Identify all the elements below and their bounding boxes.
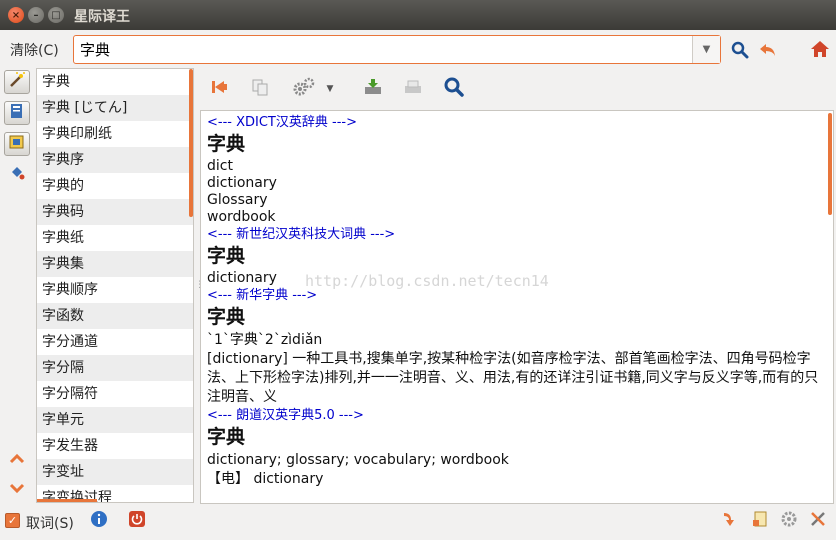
search-icon (443, 76, 465, 102)
list-item[interactable]: 字典顺序 (37, 277, 193, 303)
list-item[interactable]: 字典 (37, 69, 193, 95)
list-item[interactable]: 字典印刷纸 (37, 121, 193, 147)
jump-start-icon (210, 78, 230, 100)
dict-header: <--- 新世纪汉英科技大词典 ---> (207, 227, 396, 242)
copy-button[interactable] (247, 76, 273, 102)
dictionary-list-button[interactable] (4, 101, 30, 125)
list-item[interactable]: 字典集 (37, 251, 193, 277)
scan-checkbox[interactable]: ✓ (5, 513, 20, 528)
list-item[interactable]: 字典码 (37, 199, 193, 225)
definition-line: dictionary; glossary; vocabulary; wordbo… (207, 452, 509, 468)
dict-manager-button[interactable] (750, 511, 770, 531)
minimize-window-button[interactable]: – (28, 7, 44, 23)
definition-scrollbar[interactable] (828, 113, 832, 215)
dict-header: <--- XDICT汉英辞典 ---> (207, 115, 357, 130)
go-first-button[interactable] (207, 76, 233, 102)
close-window-button[interactable]: × (8, 7, 24, 23)
wrench-screwdriver-icon (809, 510, 827, 532)
magic-wand-icon (8, 71, 26, 93)
info-icon (90, 510, 108, 532)
scan-label[interactable]: 取词(S) (26, 513, 74, 533)
find-in-results-button[interactable] (441, 76, 467, 102)
preferences-button[interactable] (779, 511, 799, 531)
headword: 字典 (207, 306, 246, 328)
dict-header: <--- 新华字典 ---> (207, 288, 318, 303)
list-item[interactable]: 字单元 (37, 407, 193, 433)
definition-paragraph: [dictionary] 一种工具书,搜集单字,按某种检字法(如音序检字法、部首… (207, 351, 819, 405)
dict-settings-dropdown[interactable]: ▼ (321, 76, 339, 102)
fuzzy-search-mode-button[interactable] (4, 70, 30, 94)
download-arrow-icon (721, 510, 739, 532)
translate-mode-button[interactable] (4, 132, 30, 156)
headword: 字典 (207, 133, 246, 155)
list-item[interactable]: 字函数 (37, 303, 193, 329)
paint-bucket-icon (8, 164, 26, 186)
gear-icon (780, 510, 798, 532)
maximize-window-button[interactable]: □ (48, 7, 64, 23)
about-button[interactable] (89, 511, 109, 531)
word-list[interactable]: 字典 字典 [じてん] 字典印刷纸 字典序 字典的 字典码 字典纸 字典集 字典… (36, 68, 194, 503)
headword: 字典 (207, 426, 246, 448)
pinyin-line: `1`字典`2`zìdiǎn (207, 332, 323, 348)
tools-button[interactable] (808, 511, 828, 531)
quit-button[interactable] (127, 511, 147, 531)
copy-icon (251, 78, 269, 100)
definition-line: wordbook (207, 209, 276, 225)
scroll-down-button[interactable] (4, 478, 30, 502)
word-list-hscrollbar[interactable] (37, 499, 97, 502)
dict-manage-button[interactable] (4, 163, 30, 187)
search-field: ▼ (73, 35, 721, 64)
title-bar: × – □ 星际译王 (0, 0, 836, 30)
list-item[interactable]: 字典序 (37, 147, 193, 173)
dict-header: <--- 朗道汉英字典5.0 ---> (207, 408, 364, 423)
search-input[interactable] (74, 36, 692, 63)
dict-settings-button[interactable] (289, 76, 319, 102)
window-title: 星际译王 (74, 9, 130, 25)
list-item[interactable]: 字分通道 (37, 329, 193, 355)
definition-line: Glossary (207, 192, 268, 208)
list-item[interactable]: 字分隔符 (37, 381, 193, 407)
print-button[interactable] (400, 76, 426, 102)
save-icon (363, 78, 383, 100)
definition-line: dict (207, 158, 233, 174)
definition-line: dictionary (207, 270, 277, 286)
headword: 字典 (207, 245, 246, 267)
chevron-down-icon: ▼ (326, 84, 334, 94)
back-arrow-icon[interactable] (757, 40, 779, 60)
scroll-up-button[interactable] (4, 448, 30, 472)
word-list-scrollbar[interactable] (189, 69, 193, 217)
list-item[interactable]: 字发生器 (37, 433, 193, 459)
chevron-down-icon (9, 482, 25, 498)
list-item[interactable]: 字典 [じてん] (37, 95, 193, 121)
printer-icon (403, 78, 423, 100)
chevron-down-icon: ▼ (702, 44, 711, 55)
notebook-icon (8, 133, 26, 155)
list-item[interactable]: 字典纸 (37, 225, 193, 251)
hand-page-icon (751, 510, 769, 532)
home-icon[interactable] (808, 38, 832, 60)
definition-pane[interactable]: <--- XDICT汉英辞典 ---> 字典 dict dictionary G… (200, 110, 834, 504)
power-icon (128, 510, 146, 532)
definition-line: 【电】 dictionary (207, 471, 324, 487)
new-version-button[interactable] (720, 511, 740, 531)
list-item[interactable]: 字分隔 (37, 355, 193, 381)
gears-icon (292, 76, 316, 102)
search-history-dropdown[interactable]: ▼ (692, 36, 720, 63)
list-item[interactable]: 字典的 (37, 173, 193, 199)
definition-line: dictionary (207, 175, 277, 191)
save-button[interactable] (360, 76, 386, 102)
chevron-up-icon (9, 452, 25, 468)
list-item[interactable]: 字变址 (37, 459, 193, 485)
clear-button[interactable]: 清除(C) (10, 40, 59, 60)
book-icon (8, 102, 26, 124)
search-icon[interactable] (730, 40, 750, 60)
